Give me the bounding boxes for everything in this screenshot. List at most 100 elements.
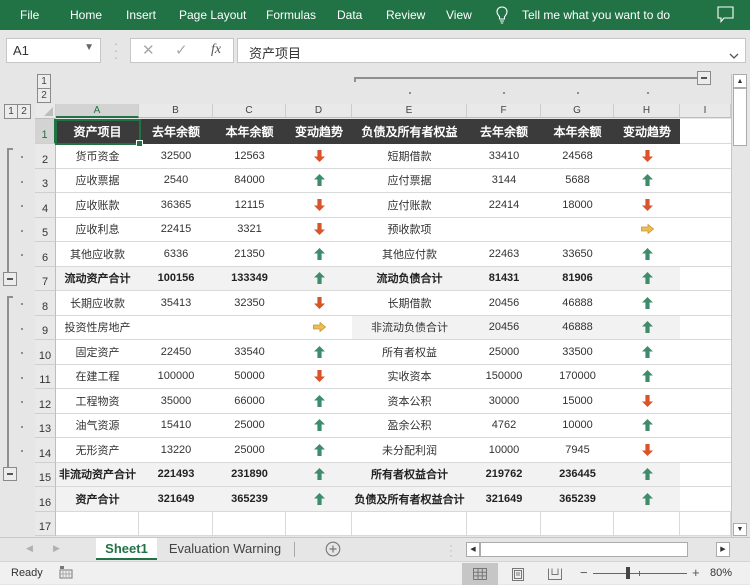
cell-E9[interactable]: 非流动负债合计 bbox=[352, 315, 467, 340]
column-header-G[interactable]: G bbox=[541, 104, 614, 118]
cell-C5[interactable]: 3321 bbox=[213, 217, 286, 242]
cell-A7[interactable]: 流动资产合计 bbox=[56, 266, 139, 291]
cell-E16[interactable]: 负债及所有者权益合计 bbox=[352, 487, 467, 512]
cell-G12[interactable]: 15000 bbox=[541, 389, 614, 414]
cell-D16[interactable] bbox=[286, 487, 352, 512]
cell-I8[interactable] bbox=[680, 291, 731, 316]
insert-function-button[interactable]: fx bbox=[211, 42, 221, 58]
column-outline-level-2[interactable]: 2 bbox=[37, 88, 51, 103]
check-icon[interactable]: ✓ bbox=[175, 41, 188, 59]
cell-I4[interactable] bbox=[680, 193, 731, 218]
cell-A8[interactable]: 长期应收款 bbox=[56, 291, 139, 316]
cell-I10[interactable] bbox=[680, 340, 731, 365]
cell-E17[interactable] bbox=[352, 511, 467, 536]
vertical-scrollbar[interactable]: ▲ ▼ bbox=[731, 74, 747, 537]
row-header-15[interactable]: 15 bbox=[35, 462, 56, 487]
cell-G6[interactable]: 33650 bbox=[541, 242, 614, 267]
row-header-16[interactable]: 16 bbox=[35, 487, 56, 512]
cell-A13[interactable]: 油气资源 bbox=[56, 413, 139, 438]
select-all-button[interactable] bbox=[35, 104, 56, 119]
cell-I11[interactable] bbox=[680, 364, 731, 389]
cell-H10[interactable] bbox=[614, 340, 680, 365]
cell-I1[interactable] bbox=[680, 119, 731, 144]
zoom-out-button[interactable]: − bbox=[580, 565, 588, 580]
cell-A1[interactable]: 资产项目 bbox=[56, 119, 139, 144]
formula-input[interactable]: 资产项目 bbox=[237, 38, 746, 63]
cell-A3[interactable]: 应收票据 bbox=[56, 168, 139, 193]
cell-D10[interactable] bbox=[286, 340, 352, 365]
vertical-scroll-thumb[interactable] bbox=[733, 88, 747, 146]
cell-C13[interactable]: 25000 bbox=[213, 413, 286, 438]
cell-A16[interactable]: 资产合计 bbox=[56, 487, 139, 512]
cell-F11[interactable]: 150000 bbox=[467, 364, 541, 389]
cell-D7[interactable] bbox=[286, 266, 352, 291]
cell-B9[interactable] bbox=[139, 315, 213, 340]
horizontal-scrollbar[interactable]: ◀ ▶ bbox=[466, 542, 730, 557]
cell-E6[interactable]: 其他应付款 bbox=[352, 242, 467, 267]
cell-E15[interactable]: 所有者权益合计 bbox=[352, 462, 467, 487]
cell-H7[interactable] bbox=[614, 266, 680, 291]
name-box[interactable]: A1 ▼ bbox=[6, 38, 101, 63]
cell-F2[interactable]: 33410 bbox=[467, 144, 541, 169]
cell-I12[interactable] bbox=[680, 389, 731, 414]
resize-handle[interactable]: · · · bbox=[113, 36, 119, 64]
cell-G8[interactable]: 46888 bbox=[541, 291, 614, 316]
cell-A14[interactable]: 无形资产 bbox=[56, 438, 139, 463]
cell-E13[interactable]: 盈余公积 bbox=[352, 413, 467, 438]
row-header-11[interactable]: 11 bbox=[35, 364, 56, 389]
cell-D15[interactable] bbox=[286, 462, 352, 487]
cell-D3[interactable] bbox=[286, 168, 352, 193]
column-header-E[interactable]: E bbox=[352, 104, 467, 118]
zoom-level[interactable]: 80% bbox=[710, 567, 732, 579]
cell-B2[interactable]: 32500 bbox=[139, 144, 213, 169]
row-header-10[interactable]: 10 bbox=[35, 340, 56, 365]
column-header-C[interactable]: C bbox=[213, 104, 286, 118]
cell-A5[interactable]: 应收利息 bbox=[56, 217, 139, 242]
cell-D14[interactable] bbox=[286, 438, 352, 463]
cell-G1[interactable]: 本年余额 bbox=[541, 119, 614, 144]
cell-C8[interactable]: 32350 bbox=[213, 291, 286, 316]
row-header-12[interactable]: 12 bbox=[35, 389, 56, 414]
cell-B13[interactable]: 15410 bbox=[139, 413, 213, 438]
cell-A12[interactable]: 工程物资 bbox=[56, 389, 139, 414]
cell-I2[interactable] bbox=[680, 144, 731, 169]
cell-E12[interactable]: 资本公积 bbox=[352, 389, 467, 414]
row-header-3[interactable]: 3 bbox=[35, 168, 56, 193]
ribbon-tab-insert[interactable]: Insert bbox=[126, 8, 156, 22]
page-layout-view-button[interactable] bbox=[500, 563, 536, 585]
close-icon[interactable]: ✕ bbox=[142, 41, 155, 59]
cell-C1[interactable]: 本年余额 bbox=[213, 119, 286, 144]
cell-C10[interactable]: 33540 bbox=[213, 340, 286, 365]
column-outline-level-1[interactable]: 1 bbox=[37, 74, 51, 89]
cell-B8[interactable]: 35413 bbox=[139, 291, 213, 316]
ribbon-tab-view[interactable]: View bbox=[446, 8, 472, 22]
cell-D1[interactable]: 变动趋势 bbox=[286, 119, 352, 144]
cell-C3[interactable]: 84000 bbox=[213, 168, 286, 193]
cell-H4[interactable] bbox=[614, 193, 680, 218]
tab-scroll-right-icon[interactable]: ▶ bbox=[53, 543, 60, 554]
cell-B14[interactable]: 13220 bbox=[139, 438, 213, 463]
cell-A4[interactable]: 应收账款 bbox=[56, 193, 139, 218]
column-header-B[interactable]: B bbox=[139, 104, 213, 118]
cell-F14[interactable]: 10000 bbox=[467, 438, 541, 463]
cell-G3[interactable]: 5688 bbox=[541, 168, 614, 193]
chevron-down-icon[interactable]: ▼ bbox=[84, 42, 94, 53]
ribbon-tab-page-layout[interactable]: Page Layout bbox=[179, 8, 246, 22]
cell-A6[interactable]: 其他应收款 bbox=[56, 242, 139, 267]
cell-H15[interactable] bbox=[614, 462, 680, 487]
cell-G10[interactable]: 33500 bbox=[541, 340, 614, 365]
cell-H11[interactable] bbox=[614, 364, 680, 389]
cell-B3[interactable]: 2540 bbox=[139, 168, 213, 193]
row-header-1[interactable]: 1 bbox=[35, 119, 56, 144]
cell-I5[interactable] bbox=[680, 217, 731, 242]
horizontal-scroll-thumb[interactable] bbox=[480, 542, 688, 557]
column-header-F[interactable]: F bbox=[467, 104, 541, 118]
cell-G4[interactable]: 18000 bbox=[541, 193, 614, 218]
cell-H5[interactable] bbox=[614, 217, 680, 242]
cell-C14[interactable]: 25000 bbox=[213, 438, 286, 463]
cell-C15[interactable]: 231890 bbox=[213, 462, 286, 487]
cell-I13[interactable] bbox=[680, 413, 731, 438]
cell-B16[interactable]: 321649 bbox=[139, 487, 213, 512]
cell-G14[interactable]: 7945 bbox=[541, 438, 614, 463]
macro-recording-icon[interactable] bbox=[59, 565, 73, 582]
